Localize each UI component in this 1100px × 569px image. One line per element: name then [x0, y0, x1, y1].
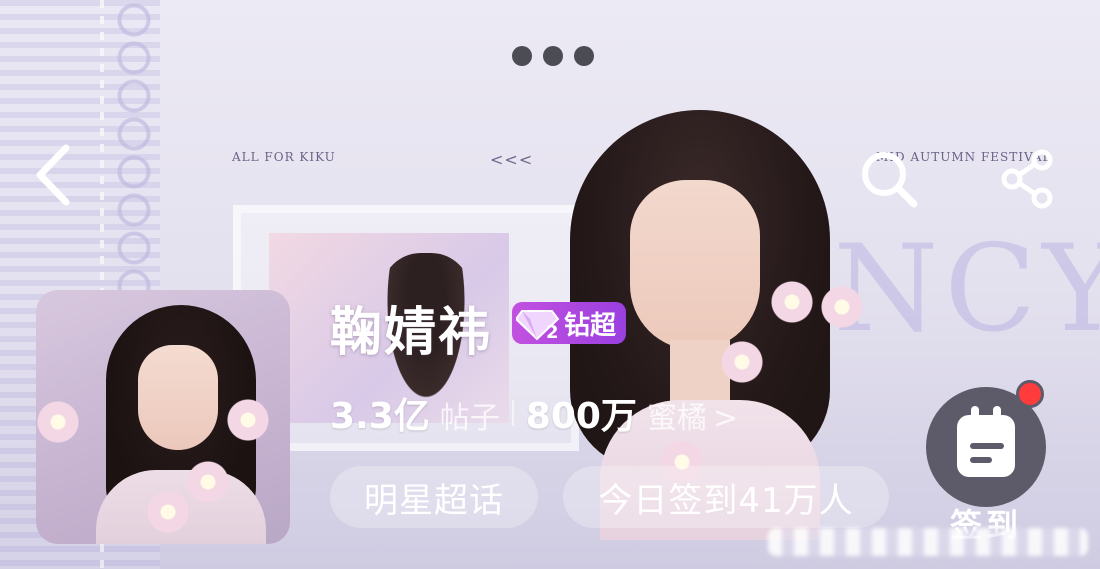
more-dot-icon [543, 46, 563, 66]
portrait-face [630, 180, 760, 350]
super-topic-header: ALL FOR KIKU <<< MID AUTUMN FESTIVAL INC… [0, 0, 1100, 569]
chevron-right-icon[interactable]: > [713, 401, 738, 436]
topic-stats: 3.3亿 帖子 800万 蜜橘 > [330, 387, 738, 439]
svg-text:2: 2 [546, 322, 559, 341]
diamond-icon: 2 [514, 305, 564, 343]
posts-label: 帖子 [439, 401, 500, 436]
fans-count[interactable]: 800万 [526, 387, 637, 439]
topic-name: 鞠婧祎 [330, 303, 493, 363]
share-button[interactable] [998, 148, 1060, 210]
more-dot-icon [512, 46, 532, 66]
blurred-watermark [768, 528, 1088, 556]
banner-caption-left: ALL FOR KIKU [232, 150, 336, 164]
flower-decoration [146, 490, 190, 534]
search-button[interactable] [858, 148, 920, 210]
checkin-count-button[interactable]: 今日签到41万人 [563, 466, 889, 528]
search-icon [862, 152, 918, 208]
calendar-line [970, 457, 992, 463]
flower-decoration [720, 340, 764, 384]
posts-count: 3.3亿 [330, 396, 430, 437]
flower-decoration [36, 400, 80, 444]
category-tag-button[interactable]: 明星超话 [330, 466, 538, 528]
notification-dot [1016, 380, 1044, 408]
banner-arrows: <<< [490, 150, 534, 169]
share-icon [1001, 149, 1053, 209]
flower-decoration [226, 398, 270, 442]
badge-label: 钻超 [564, 310, 617, 341]
back-button[interactable] [30, 140, 80, 210]
topic-avatar[interactable] [36, 290, 290, 544]
chevron-left-icon [36, 144, 70, 206]
fans-label[interactable]: 蜜橘 [647, 393, 707, 437]
more-options-button[interactable] [512, 46, 594, 66]
avatar-face [138, 345, 218, 450]
flower-decoration [820, 285, 864, 329]
calendar-line [970, 443, 1004, 449]
stats-divider [511, 400, 514, 426]
lace-pattern [104, 0, 164, 320]
flower-decoration [186, 460, 230, 504]
flower-decoration [770, 280, 814, 324]
diamond-super-badge[interactable]: 2 钻超 [512, 302, 627, 344]
more-dot-icon [574, 46, 594, 66]
